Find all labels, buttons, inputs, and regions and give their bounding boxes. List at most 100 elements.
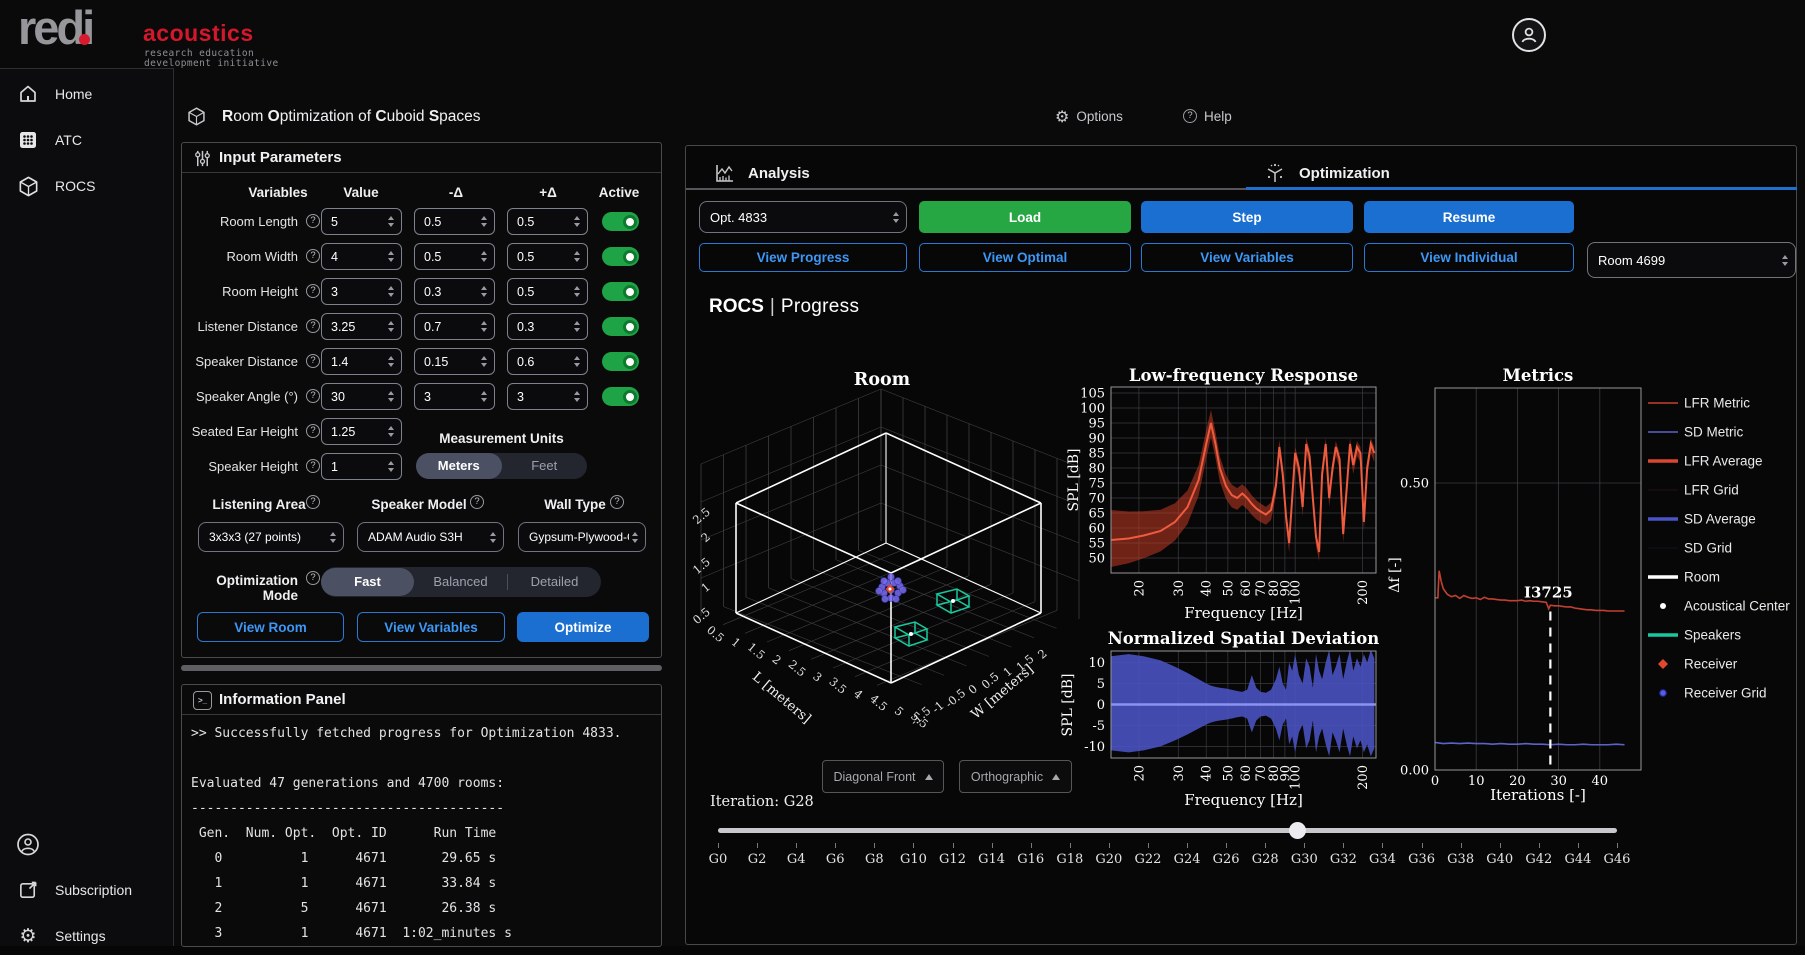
sidebar-item-rocs[interactable]: ROCS — [0, 167, 173, 205]
number-input[interactable]: 1 — [321, 453, 402, 480]
generation-label[interactable]: G30 — [1291, 852, 1318, 867]
generation-label[interactable]: G14 — [978, 852, 1005, 867]
number-input[interactable]: 0.15 — [414, 348, 495, 375]
spinner-arrows[interactable] — [385, 251, 401, 262]
spinner-arrows[interactable] — [478, 251, 494, 262]
number-input[interactable]: 0.7 — [414, 313, 495, 340]
iteration-slider-track[interactable] — [718, 828, 1617, 833]
view-progress-button[interactable]: View Progress — [699, 243, 907, 272]
generation-label[interactable]: G34 — [1369, 852, 1396, 867]
number-input[interactable]: 0.3 — [414, 278, 495, 305]
mode-option-balanced[interactable]: Balanced — [414, 568, 507, 596]
number-input[interactable]: 0.5 — [507, 278, 588, 305]
number-input[interactable]: 0.5 — [414, 243, 495, 270]
help-icon[interactable]: ? — [306, 495, 320, 509]
spinner-arrows[interactable] — [571, 391, 587, 402]
help-icon[interactable]: ? — [610, 495, 624, 509]
generation-label[interactable]: G22 — [1134, 852, 1161, 867]
number-input[interactable]: 3.25 — [321, 313, 402, 340]
number-input[interactable]: 3 — [321, 278, 402, 305]
sidebar-item-avatar[interactable] — [0, 825, 173, 863]
generation-label[interactable]: G40 — [1486, 852, 1513, 867]
active-toggle[interactable] — [602, 352, 639, 371]
help-icon[interactable]: ? — [306, 284, 320, 298]
spinner-arrows[interactable] — [385, 286, 401, 297]
speaker-model-select[interactable]: ADAM Audio S3H — [357, 522, 504, 552]
spinner-arrows[interactable] — [571, 356, 587, 367]
help-icon[interactable]: ? — [470, 495, 484, 509]
projection-select[interactable]: Orthographic — [959, 760, 1072, 793]
generation-label[interactable]: G36 — [1408, 852, 1435, 867]
number-input[interactable]: 0.5 — [507, 243, 588, 270]
spinner-arrows[interactable] — [385, 321, 401, 332]
resume-button[interactable]: Resume — [1364, 201, 1574, 233]
generation-label[interactable]: G24 — [1174, 852, 1201, 867]
spinner-arrows[interactable] — [478, 391, 494, 402]
generation-label[interactable]: G46 — [1604, 852, 1631, 867]
generation-label[interactable]: G0 — [709, 852, 728, 867]
sidebar-item-atc[interactable]: ATC — [0, 121, 173, 159]
active-toggle[interactable] — [602, 317, 639, 336]
spinner-arrows[interactable] — [571, 251, 587, 262]
mode-option-fast[interactable]: Fast — [321, 568, 414, 596]
wall-type-select[interactable]: Gypsum-Plywood-Gypsu — [518, 522, 646, 552]
generation-label[interactable]: G38 — [1447, 852, 1474, 867]
number-input[interactable]: 0.6 — [507, 348, 588, 375]
number-input[interactable]: 30 — [321, 383, 402, 410]
generation-label[interactable]: G32 — [1330, 852, 1357, 867]
view-variables-button[interactable]: View Variables — [357, 612, 505, 642]
number-input[interactable]: 4 — [321, 243, 402, 270]
spinner-arrows[interactable] — [571, 321, 587, 332]
generation-label[interactable]: G16 — [1017, 852, 1044, 867]
active-toggle[interactable] — [602, 282, 639, 301]
help-icon[interactable]: ? — [306, 389, 320, 403]
sidebar-item-subscription[interactable]: Subscription — [0, 871, 173, 909]
number-input[interactable]: 1.4 — [321, 348, 402, 375]
active-toggle[interactable] — [602, 212, 639, 231]
generation-label[interactable]: G26 — [1213, 852, 1240, 867]
view-individual-button[interactable]: View Individual — [1364, 243, 1574, 272]
number-input[interactable]: 0.3 — [507, 313, 588, 340]
spinner-arrows[interactable] — [571, 216, 587, 227]
iteration-slider-handle[interactable] — [1289, 822, 1306, 839]
generation-label[interactable]: G10 — [900, 852, 927, 867]
spinner-arrows[interactable] — [571, 286, 587, 297]
room-select[interactable]: Room 4699 — [1587, 242, 1796, 278]
sidebar-item-home[interactable]: Home — [0, 75, 173, 113]
number-input[interactable]: 5 — [321, 208, 402, 235]
view-angle-select[interactable]: Diagonal Front — [822, 760, 944, 793]
help-icon[interactable]: ? — [306, 424, 320, 438]
spinner-arrows[interactable] — [478, 286, 494, 297]
view-room-button[interactable]: View Room — [197, 612, 344, 642]
mode-option-detailed[interactable]: Detailed — [508, 568, 601, 596]
generation-label[interactable]: G12 — [939, 852, 966, 867]
tab-analysis[interactable]: Analysis — [714, 158, 810, 188]
redi-acoustics-logo[interactable]: redi acoustics research education develo… — [15, 4, 315, 66]
spinner-arrows[interactable] — [385, 426, 401, 437]
active-toggle[interactable] — [602, 247, 639, 266]
help-icon[interactable]: ? — [306, 354, 320, 368]
number-input[interactable]: 1.25 — [321, 418, 402, 445]
optimization-select[interactable]: Opt. 4833 — [699, 201, 907, 233]
spinner-arrows[interactable] — [385, 216, 401, 227]
generation-label[interactable]: G8 — [865, 852, 884, 867]
account-button[interactable] — [1512, 18, 1546, 52]
panel-splitter-handle[interactable] — [181, 665, 662, 671]
units-option-feet[interactable]: Feet — [502, 453, 588, 479]
tab-optimization[interactable]: Optimization — [1263, 158, 1390, 188]
generation-label[interactable]: G6 — [826, 852, 845, 867]
step-button[interactable]: Step — [1141, 201, 1353, 233]
number-input[interactable]: 0.5 — [414, 208, 495, 235]
help-button[interactable]: ? Help — [1183, 102, 1232, 130]
spinner-arrows[interactable] — [478, 321, 494, 332]
generation-label[interactable]: G18 — [1056, 852, 1083, 867]
number-input[interactable]: 0.5 — [507, 208, 588, 235]
help-icon[interactable]: ? — [306, 214, 320, 228]
spinner-arrows[interactable] — [478, 216, 494, 227]
spinner-arrows[interactable] — [385, 356, 401, 367]
view-optimal-button[interactable]: View Optimal — [919, 243, 1131, 272]
load-button[interactable]: Load — [919, 201, 1131, 233]
help-icon[interactable]: ? — [306, 459, 320, 473]
generation-label[interactable]: G28 — [1252, 852, 1279, 867]
listening-area-select[interactable]: 3x3x3 (27 points) — [198, 522, 344, 552]
